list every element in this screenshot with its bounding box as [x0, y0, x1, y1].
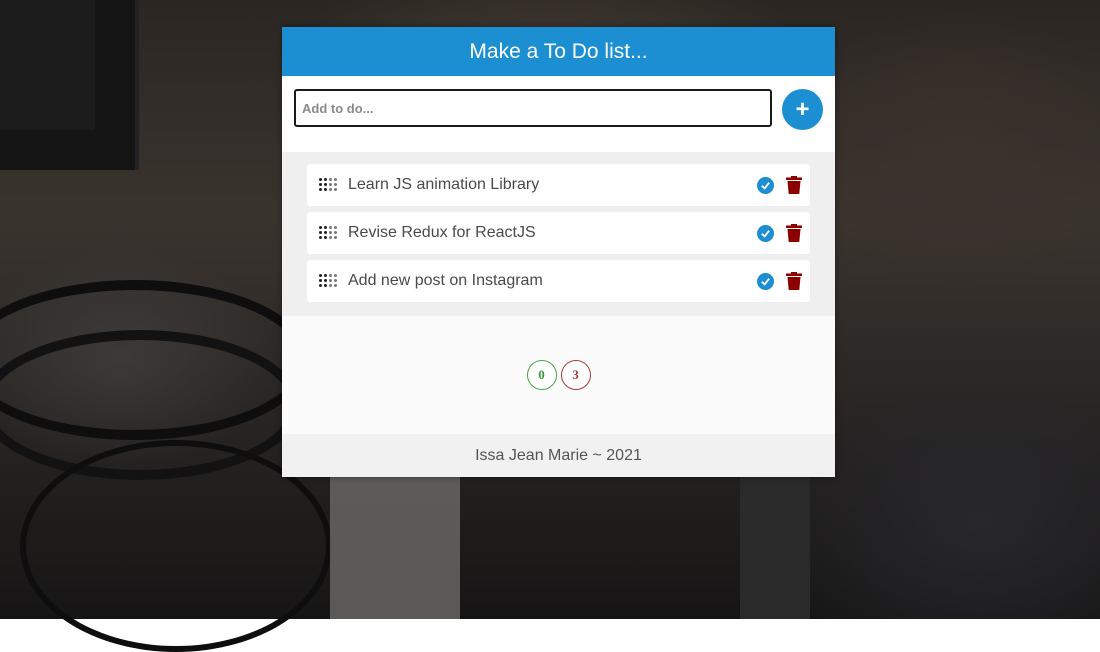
- drag-handle-icon[interactable]: [319, 178, 341, 192]
- add-todo-row: [282, 76, 835, 152]
- check-circle-icon[interactable]: [757, 176, 774, 194]
- todo-item[interactable]: Add new post on Instagram: [307, 260, 810, 302]
- background-screen: [740, 470, 810, 619]
- trash-icon[interactable]: [786, 272, 802, 290]
- plus-icon: +: [795, 95, 810, 123]
- drag-handle-icon[interactable]: [319, 226, 341, 240]
- counters: 0 3: [282, 316, 835, 434]
- footer-credit: Issa Jean Marie ~ 2021: [475, 446, 642, 464]
- todo-item[interactable]: Revise Redux for ReactJS: [307, 212, 810, 254]
- drag-handle-icon[interactable]: [319, 274, 341, 288]
- todo-card: Make a To Do list... + Learn JS animatio…: [282, 27, 835, 477]
- todo-text: Learn JS animation Library: [348, 176, 540, 193]
- add-todo-button[interactable]: +: [782, 89, 823, 130]
- todo-item[interactable]: Learn JS animation Library: [307, 164, 810, 206]
- todo-text: Revise Redux for ReactJS: [348, 224, 536, 241]
- remaining-counter: 3: [560, 360, 591, 390]
- done-counter: 0: [526, 360, 557, 390]
- footer: Issa Jean Marie ~ 2021: [282, 434, 835, 477]
- add-todo-input[interactable]: [294, 89, 772, 127]
- check-circle-icon[interactable]: [757, 272, 774, 290]
- todo-list: Learn JS animation Library Revise Redux …: [282, 152, 835, 316]
- check-circle-icon[interactable]: [757, 224, 774, 242]
- background-screen: [330, 470, 460, 619]
- app-title: Make a To Do list...: [469, 39, 648, 63]
- card-header: Make a To Do list...: [282, 27, 835, 76]
- background-monitor: [0, 0, 139, 170]
- trash-icon[interactable]: [786, 224, 802, 242]
- todo-text: Add new post on Instagram: [348, 272, 543, 289]
- trash-icon[interactable]: [786, 176, 802, 194]
